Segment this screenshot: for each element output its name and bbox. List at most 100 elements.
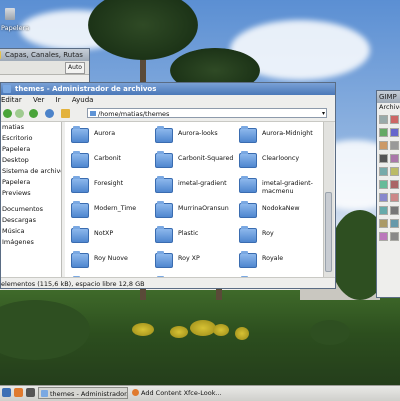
file-item-label: Clearlooncy xyxy=(262,155,300,162)
gimp-title: GIMP xyxy=(379,93,397,101)
gimp-tool-icon[interactable] xyxy=(379,206,388,215)
browser-launcher-icon[interactable] xyxy=(14,388,23,397)
folder-icon xyxy=(239,176,257,193)
sidebar-item-papelera-2[interactable]: Papelera xyxy=(1,177,61,188)
menu-launcher-icon[interactable] xyxy=(2,388,11,397)
sidebar-item-documentos[interactable]: Documentos xyxy=(1,204,61,215)
file-item[interactable]: imetal-gradient-macmenu xyxy=(237,176,321,200)
gimp-tool-icon[interactable] xyxy=(379,154,388,163)
file-item-label: Aurora-looks xyxy=(178,130,218,137)
file-item[interactable]: NotXP xyxy=(69,226,153,250)
gimp-tool-icon[interactable] xyxy=(379,219,388,228)
file-item[interactable]: Roy XP xyxy=(153,251,237,275)
folder-icon xyxy=(155,126,173,143)
sidebar-item-musica[interactable]: Música xyxy=(1,226,61,237)
location-bar[interactable]: /home/matias/themes ▾ xyxy=(87,108,327,118)
chevron-down-icon[interactable]: ▾ xyxy=(322,109,325,119)
sidebar-item-home[interactable]: matias xyxy=(1,122,61,133)
folder-icon xyxy=(3,85,11,93)
sidebar-item-papelera[interactable]: Papelera xyxy=(1,144,61,155)
desktop-icon-label: Papelera xyxy=(1,24,30,32)
folder-icon xyxy=(239,201,257,218)
folder-icon xyxy=(71,201,89,218)
gimp-tool-icon[interactable] xyxy=(390,193,399,202)
file-item[interactable]: Royale xyxy=(237,251,321,275)
file-item-label: Aurora xyxy=(94,130,116,137)
gimp-toolbox-window[interactable]: GIMP Archivo xyxy=(376,90,400,298)
file-item[interactable]: Clearlooncy xyxy=(237,151,321,175)
gimp-titlebar[interactable]: GIMP xyxy=(377,91,400,103)
sidebar-item-filesystem[interactable]: Sistema de archivos xyxy=(1,166,61,177)
file-item[interactable]: Roy xyxy=(237,226,321,250)
back-arrow-icon[interactable] xyxy=(3,109,12,118)
file-grid[interactable]: Aurora Aurora-looks Aurora-Midnight Carboni… xyxy=(65,122,323,277)
desktop-icon-trash[interactable]: Papelera xyxy=(1,6,41,36)
folder-icon xyxy=(155,226,173,243)
up-arrow-icon[interactable] xyxy=(29,109,38,118)
layers-window-titlebar[interactable]: Capas, Canales, Rutas xyxy=(0,49,89,61)
forward-arrow-icon[interactable] xyxy=(15,109,24,118)
gimp-tool-icon[interactable] xyxy=(379,115,388,124)
file-item[interactable]: imetal-gradient xyxy=(153,176,237,200)
file-item[interactable]: Plastic xyxy=(153,226,237,250)
file-item-label: Carbonit xyxy=(94,155,121,162)
gimp-tool-icon[interactable] xyxy=(390,232,399,241)
file-item[interactable]: Roy Nuove xyxy=(69,251,153,275)
gimp-tool-icon[interactable] xyxy=(390,167,399,176)
folder-icon xyxy=(71,151,89,168)
sidebar-item-desktop[interactable]: Desktop xyxy=(1,155,61,166)
sidebar-item-descargas[interactable]: Descargas xyxy=(1,215,61,226)
gimp-tool-icon[interactable] xyxy=(390,154,399,163)
location-path: /home/matias/themes xyxy=(98,110,170,118)
file-manager-titlebar[interactable]: themes - Administrador de archivos xyxy=(1,83,335,95)
terminal-launcher-icon[interactable] xyxy=(26,388,35,397)
file-item[interactable]: Foresight xyxy=(69,176,153,200)
file-manager-window[interactable]: themes - Administrador de archivos Edita… xyxy=(0,82,336,289)
gimp-menu-archivo[interactable]: Archivo xyxy=(377,103,400,112)
home-icon[interactable] xyxy=(61,109,70,118)
gimp-tool-icon[interactable] xyxy=(379,232,388,241)
vertical-scrollbar[interactable] xyxy=(323,122,334,277)
menu-editar[interactable]: Editar xyxy=(1,96,22,104)
folder-icon xyxy=(90,111,96,116)
file-item-label: Roy xyxy=(262,230,274,237)
folder-icon xyxy=(71,226,89,243)
gimp-tool-icon[interactable] xyxy=(390,141,399,150)
file-item[interactable]: NodokaNew xyxy=(237,201,321,225)
gimp-tool-icon[interactable] xyxy=(390,219,399,228)
gimp-tool-icon[interactable] xyxy=(379,193,388,202)
gimp-tool-icon[interactable] xyxy=(379,180,388,189)
file-item-label: Aurora-Midnight xyxy=(262,130,313,137)
sidebar-item-imagenes[interactable]: Imágenes xyxy=(1,237,61,248)
file-item-label: Roy Nuove xyxy=(94,255,128,262)
sidebar-item-escritorio[interactable]: Escritorio xyxy=(1,133,61,144)
task-file-manager[interactable]: themes - Administrador... xyxy=(38,387,128,399)
gimp-tool-icon[interactable] xyxy=(379,167,388,176)
toolbar: /home/matias/themes ▾ xyxy=(1,106,335,122)
file-item[interactable]: Aurora-looks xyxy=(153,126,237,150)
file-item-label: Plastic xyxy=(178,230,199,237)
scrollbar-thumb[interactable] xyxy=(325,192,332,272)
task-browser[interactable]: Add Content Xfce-Look... xyxy=(130,387,226,399)
gimp-tool-icon[interactable] xyxy=(390,128,399,137)
gimp-tool-icon[interactable] xyxy=(390,115,399,124)
gimp-tool-icon[interactable] xyxy=(390,180,399,189)
reload-icon[interactable] xyxy=(45,109,54,118)
menu-ayuda[interactable]: Ayuda xyxy=(72,96,94,104)
folder-icon xyxy=(71,126,89,143)
file-item[interactable]: MurrinaOransun xyxy=(153,201,237,225)
gimp-tool-icon[interactable] xyxy=(379,128,388,137)
file-item[interactable]: Modern_Time xyxy=(69,201,153,225)
gimp-tool-icon[interactable] xyxy=(379,141,388,150)
sidebar-item-previews[interactable]: Previews xyxy=(1,188,61,199)
gimp-tool-icon[interactable] xyxy=(390,206,399,215)
menu-ver[interactable]: Ver xyxy=(33,96,44,104)
sidebar: matias Escritorio Papelera Desktop Siste… xyxy=(1,122,62,277)
file-item[interactable]: Aurora xyxy=(69,126,153,150)
auto-button[interactable]: Auto xyxy=(65,62,85,74)
file-item[interactable]: Carbonit-Squared xyxy=(153,151,237,175)
file-item[interactable]: Aurora-Midnight xyxy=(237,126,321,150)
menu-ir[interactable]: Ir xyxy=(56,96,61,104)
folder-icon xyxy=(71,251,89,268)
file-item[interactable]: Carbonit xyxy=(69,151,153,175)
